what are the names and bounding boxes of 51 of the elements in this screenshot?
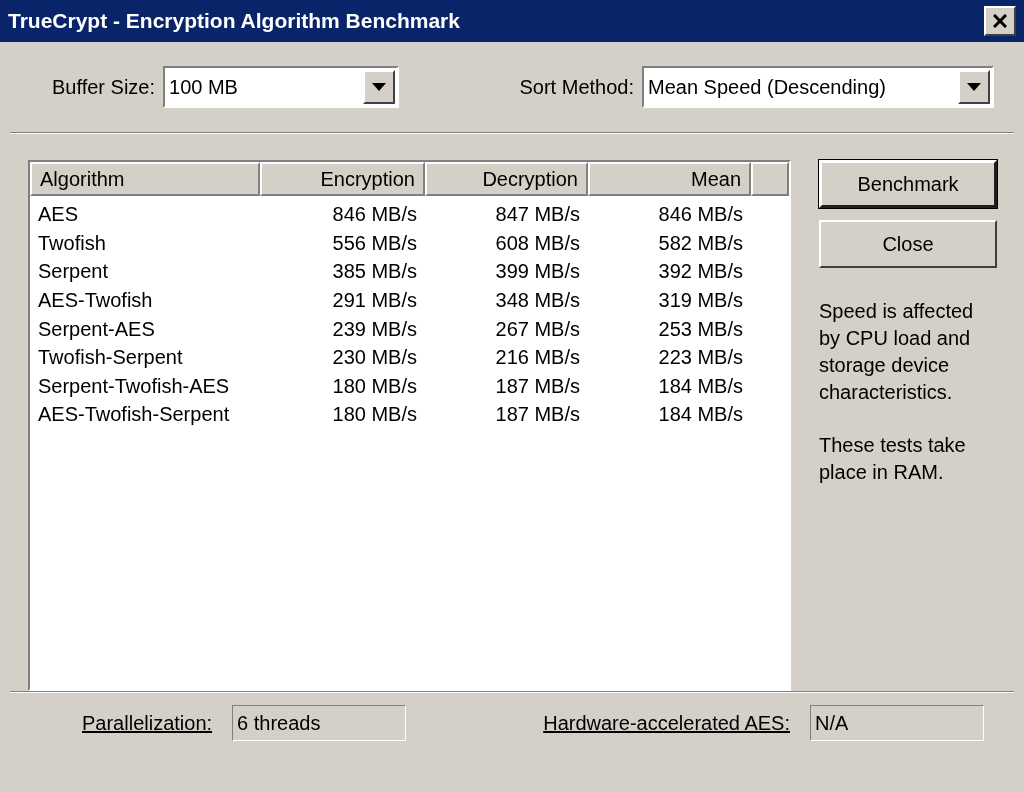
- hardware-aes-label: Hardware-accelerated AES:: [543, 711, 790, 736]
- sort-method-dropdown[interactable]: Mean Speed (Descending): [642, 66, 994, 108]
- dialog-button[interactable]: Benchmark: [819, 160, 997, 208]
- table-cell-text: 847 MB/s: [494, 202, 581, 228]
- table-cell-text: Serpent: [37, 259, 110, 285]
- table-cell-text: 216 MB/s: [494, 345, 581, 371]
- table-cell-text: 319 MB/s: [657, 288, 744, 314]
- column-header[interactable]: Decryption: [425, 162, 588, 196]
- table-cell-text: AES-Twofish: [37, 288, 154, 314]
- close-button[interactable]: [984, 6, 1016, 36]
- table-cell-text: Serpent-Twofish-AES: [37, 373, 231, 399]
- info-text: Speed is affected by CPU load and storage device characteristics.: [819, 299, 975, 405]
- table-cell-text: Twofish: [37, 230, 107, 256]
- parallelization-field: 6 threads: [232, 705, 407, 741]
- table-cell-text: 348 MB/s: [494, 288, 581, 314]
- table-cell-text: 385 MB/s: [331, 259, 418, 285]
- table-cell-text: 184 MB/s: [657, 373, 744, 399]
- buffer-size-dropdown[interactable]: 100 MB: [163, 66, 400, 108]
- table-cell-text: 846 MB/s: [331, 202, 418, 228]
- table-cell-text: 187 MB/s: [494, 402, 581, 428]
- hardware-aes-field: N/A: [810, 705, 984, 741]
- table-cell-text: 187 MB/s: [494, 373, 581, 399]
- table-cell-text: 239 MB/s: [331, 316, 418, 342]
- column-header[interactable]: Encryption: [260, 162, 425, 196]
- table-cell-text: 399 MB/s: [494, 259, 581, 285]
- dialog-button[interactable]: Close: [819, 220, 997, 268]
- table-cell-text: 184 MB/s: [657, 402, 744, 428]
- table-cell-text: AES-Twofish-Serpent: [37, 402, 231, 428]
- close-icon: [993, 14, 1007, 28]
- sort-method-label: Sort Method:: [519, 75, 634, 100]
- parallelization-label: Parallelization:: [82, 711, 213, 736]
- table-cell-text: Serpent-AES: [37, 316, 156, 342]
- window-title: TrueCrypt - Encryption Algorithm Benchmark: [8, 8, 460, 35]
- table-cell-text: AES: [37, 202, 80, 228]
- table-cell-text: 556 MB/s: [331, 230, 418, 256]
- table-cell-text: 253 MB/s: [657, 316, 744, 342]
- table-cell-text: 223 MB/s: [657, 345, 744, 371]
- column-header[interactable]: Mean: [588, 162, 751, 196]
- table-cell-text: 392 MB/s: [657, 259, 744, 285]
- table-cell-text: 291 MB/s: [331, 288, 418, 314]
- table-cell-text: 846 MB/s: [657, 202, 744, 228]
- table-cell-text: 180 MB/s: [331, 373, 418, 399]
- info-text: These tests take place in RAM.: [819, 433, 967, 485]
- table-cell-text: 267 MB/s: [494, 316, 581, 342]
- table-cell-text: 582 MB/s: [657, 230, 744, 256]
- table-cell-text: Twofish-Serpent: [37, 345, 184, 371]
- column-header[interactable]: Algorithm: [30, 162, 260, 196]
- table-cell-text: 230 MB/s: [331, 345, 418, 371]
- table-cell-text: 608 MB/s: [494, 230, 581, 256]
- table-cell-text: 180 MB/s: [331, 402, 418, 428]
- buffer-size-label: Buffer Size:: [52, 75, 156, 100]
